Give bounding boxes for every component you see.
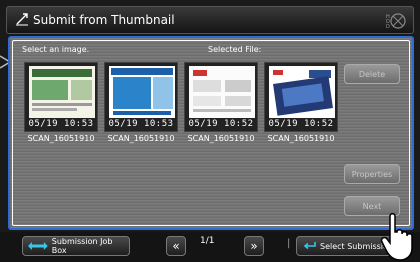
double-chevron-right-icon: »	[250, 239, 258, 253]
thumbnail-filename: SCAN_16051910	[107, 134, 175, 143]
document-preview-image	[109, 66, 175, 118]
page-title: Submit from Thumbnail	[33, 13, 175, 27]
prev-page-button[interactable]: «	[166, 236, 186, 256]
thumbnail-1[interactable]: 05/19 10:53	[24, 62, 98, 132]
return-arrow-icon	[303, 242, 316, 250]
selected-file-label: Selected File:	[208, 45, 262, 54]
thumbnail-date: 05/19 10:53	[108, 119, 174, 129]
thumbnail-date: 05/19 10:52	[188, 119, 254, 129]
thumbnail-filename: SCAN_16051910	[267, 134, 335, 143]
thumbnail-date: 05/19 10:53	[28, 119, 94, 129]
title-bar: Submit from Thumbnail H D D	[6, 6, 414, 34]
submission-job-box-label: Submission Job Box	[51, 237, 113, 255]
document-preview-image	[189, 66, 255, 118]
properties-button[interactable]: Properties	[344, 164, 400, 184]
document-preview-image	[269, 66, 335, 118]
submit-icon	[16, 13, 28, 26]
thumbnail-4[interactable]: 05/19 10:52	[264, 62, 338, 132]
select-image-label: Select an image.	[22, 45, 90, 54]
hand-pointer-icon	[380, 213, 413, 261]
page-indicator: 1/1	[200, 236, 215, 246]
divider: |	[287, 238, 291, 249]
thumbnail-filename: SCAN_16051910	[187, 134, 255, 143]
thumbnail-date: 05/19 10:52	[268, 119, 334, 129]
thumbnail-filename: SCAN_16051910	[27, 134, 95, 143]
double-arrow-icon	[27, 242, 48, 250]
document-preview-image	[29, 66, 95, 118]
double-chevron-left-icon: «	[172, 239, 180, 253]
thumbnail-2[interactable]: 05/19 10:53	[104, 62, 178, 132]
next-page-button[interactable]: »	[244, 236, 264, 256]
delete-button[interactable]: Delete	[344, 64, 400, 84]
submission-job-box-button[interactable]: Submission Job Box	[22, 236, 130, 256]
hdd-status-icon: H D D	[386, 13, 406, 30]
thumbnail-3[interactable]: 05/19 10:52	[184, 62, 258, 132]
svg-text:D: D	[386, 24, 390, 30]
